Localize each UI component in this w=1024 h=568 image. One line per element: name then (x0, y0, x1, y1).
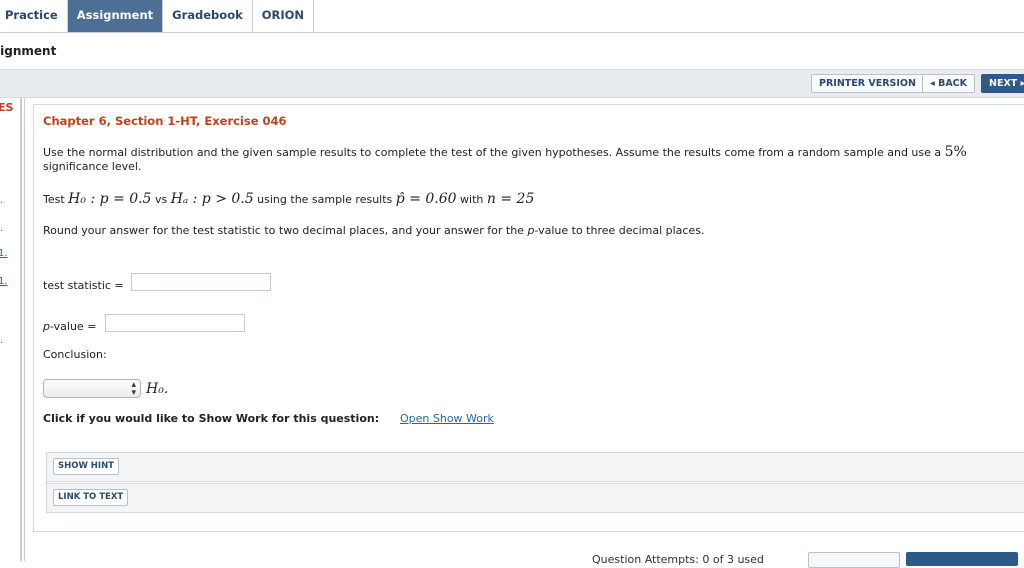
show-hint-button[interactable]: SHOW HINT (53, 458, 119, 475)
pvalue-p: p (43, 320, 50, 333)
assignment-toolbar: PRINTER VERSION ◂ BACK NEXT ▸ (0, 69, 1024, 98)
pvalue-label: p-value = (43, 320, 96, 334)
tab-list: Practice Assignment Gradebook ORION (0, 0, 315, 32)
exercise-title: Chapter 6, Section 1-HT, Exercise 046 (43, 114, 287, 128)
instructions-text: Use the normal distribution and the give… (43, 146, 942, 159)
with-text: with (460, 193, 484, 206)
hint-row: SHOW HINT (46, 452, 1024, 482)
link-to-text-row: LINK TO TEXT (46, 483, 1024, 513)
next-button[interactable]: NEXT ▸ (981, 74, 1024, 93)
sidebar-divider (20, 97, 22, 561)
tab-orion[interactable]: ORION (252, 0, 315, 32)
hypotheses-line: Test H₀ : p = 0.5 vs Hₐ : p > 0.5 using … (43, 192, 534, 207)
show-work-question: Click if you would like to Show Work for… (43, 412, 380, 425)
instructions-end: significance level. (43, 160, 142, 173)
vs-text: vs (154, 193, 168, 206)
submit-answer-button[interactable] (906, 552, 1018, 566)
printer-version-button[interactable]: PRINTER VERSION (811, 74, 924, 93)
link-to-text-button[interactable]: LINK TO TEXT (53, 489, 129, 506)
top-tab-bar: Practice Assignment Gradebook ORION (0, 0, 1024, 33)
instructions: Use the normal distribution and the give… (43, 145, 1003, 174)
tab-practice[interactable]: Practice (0, 0, 68, 32)
sidebar-marker: . (0, 336, 3, 346)
conclusion-label: Conclusion: (43, 348, 107, 361)
rounding-instructions: Round your answer for the test statistic… (43, 224, 704, 238)
significance-value: 5% (944, 144, 967, 160)
open-show-work-link[interactable]: Open Show Work (400, 412, 494, 425)
test-statistic-input[interactable] (131, 273, 271, 291)
sidebar-marker: . (0, 224, 3, 234)
sidebar-question-link[interactable]: 1. (0, 276, 8, 287)
select-arrows-icon: ▴ ▾ (131, 380, 136, 398)
test-prefix: Test (43, 193, 65, 206)
save-for-later-button[interactable] (808, 552, 900, 568)
question-sidebar (0, 97, 25, 561)
pvalue-label-rest: -value = (49, 320, 97, 333)
conclusion-select[interactable]: ▴ ▾ (43, 379, 141, 398)
test-statistic-label: test statistic = (43, 279, 124, 292)
attempts-text: Question Attempts: 0 of 3 used (592, 553, 764, 566)
sample-size: n = 25 (486, 191, 535, 207)
null-hypothesis: H₀ : p = 0.5 (68, 191, 152, 207)
rounding-text-end: -value to three decimal places. (534, 224, 705, 237)
sidebar-heading: ES (0, 101, 14, 114)
sidebar-marker: . (0, 196, 3, 206)
sample-proportion: p̂ = 0.60 (395, 191, 457, 207)
rounding-text: Round your answer for the test statistic… (43, 224, 524, 237)
sidebar-question-link[interactable]: 1. (0, 248, 8, 259)
tab-gradebook[interactable]: Gradebook (163, 0, 253, 32)
tab-assignment[interactable]: Assignment (67, 0, 164, 32)
page-title: signment (0, 44, 57, 58)
back-button[interactable]: ◂ BACK (922, 74, 976, 93)
using-text: using the sample results (257, 193, 393, 206)
alternative-hypothesis: Hₐ : p > 0.5 (170, 191, 254, 207)
conclusion-h0: H₀. (146, 381, 169, 397)
pvalue-input[interactable] (105, 314, 245, 332)
